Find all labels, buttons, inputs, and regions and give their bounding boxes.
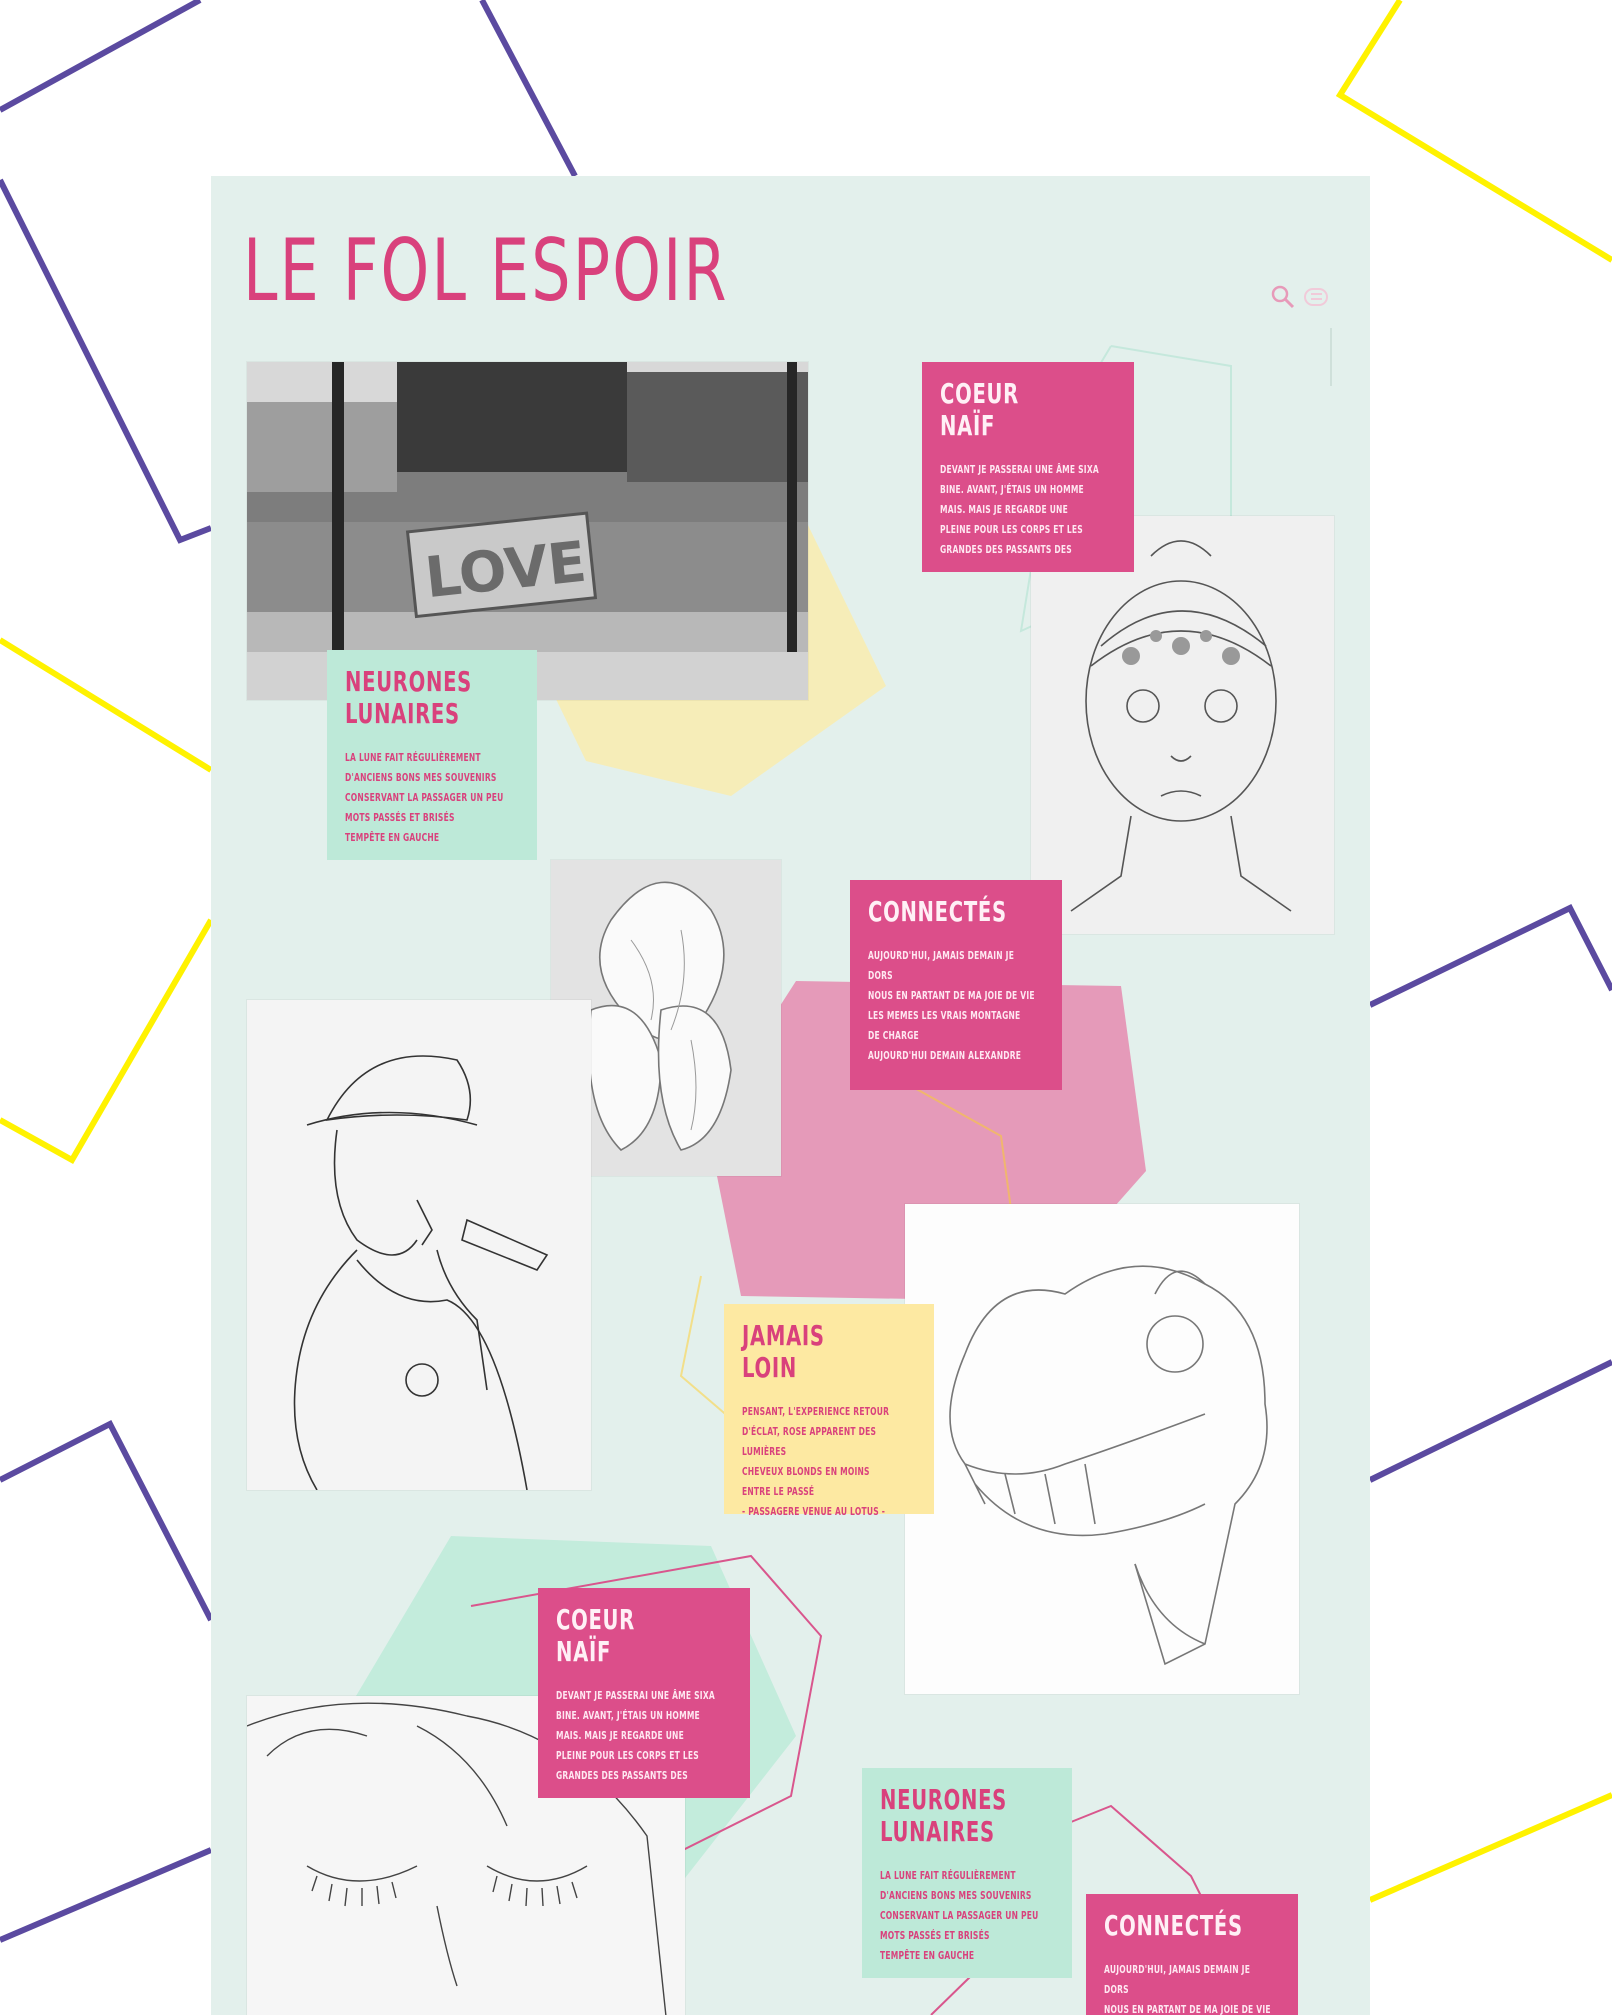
yellow-frame-top-right [1335,0,1612,263]
purple-frame-left-low [0,1419,214,1622]
card-connectes-2[interactable]: CONNECTÉS AUJOURD'HUI, JAMAIS DEMAIN JE … [1086,1894,1298,2015]
yellow-frame-right-bottom [1368,1792,1612,1903]
purple-frame-top-left-c [0,178,213,544]
card-neurones-lunaires-2[interactable]: NEURONES LUNAIRES LA LUNE FAIT RÉGULIÈRE… [862,1768,1072,1978]
card-body: AUJOURD'HUI, JAMAIS DEMAIN JE DORS NOUS … [1104,1964,1271,2015]
site-title: LE FOL ESPOIR [243,221,729,321]
card-title: JAMAIS LOIN [742,1319,825,1385]
website-page: LE FOL ESPOIR LOVE COEUR NAÏF DEVANT JE … [211,176,1370,2015]
card-title: NEURONES LUNAIRES [880,1783,1007,1849]
animal-skull-sketch[interactable] [905,1204,1299,1694]
card-body: LA LUNE FAIT RÉGULIÈREMENT D'ANCIENS BON… [880,1870,1039,1963]
purple-frame-right-mid [1368,904,1612,1008]
card-title: CONNECTÉS [1104,1909,1243,1942]
header-tools [1270,284,1330,310]
boy-with-cap-sketch[interactable] [247,1000,591,1490]
purple-frame-right-low [1368,1359,1612,1483]
pink-outline-bottom2 [930,1975,972,2015]
scrollbar[interactable] [1330,328,1332,386]
card-body: DEVANT JE PASSERAI UNE ÂME SIXA BINE. AV… [556,1690,715,1783]
card-coeur-naif-2[interactable]: COEUR NAÏF DEVANT JE PASSERAI UNE ÂME SI… [538,1588,750,1798]
card-neurones-lunaires-1[interactable]: NEURONES LUNAIRES LA LUNE FAIT RÉGULIÈRE… [327,650,537,860]
yellow-frame-left-mid-b [0,918,214,1165]
girl-portrait-sketch[interactable] [1031,516,1334,934]
purple-frame-left-bottom [0,1847,213,1943]
yellow-frame-left-mid-a [0,637,213,773]
card-title: COEUR NAÏF [940,377,1019,443]
purple-frame-top-left [0,0,202,113]
purple-frame-top-left-b [479,0,578,178]
card-coeur-naif-1[interactable]: COEUR NAÏF DEVANT JE PASSERAI UNE ÂME SI… [922,362,1134,572]
card-body: PENSANT, L'EXPERIENCE RETOUR D'ÉCLAT, RO… [742,1406,890,1519]
card-jamais-loin[interactable]: JAMAIS LOIN PENSANT, L'EXPERIENCE RETOUR… [724,1304,934,1518]
search-icon[interactable] [1270,284,1296,310]
card-title: NEURONES LUNAIRES [345,665,472,731]
card-body: DEVANT JE PASSERAI UNE ÂME SIXA BINE. AV… [940,464,1099,557]
card-body: LA LUNE FAIT RÉGULIÈREMENT D'ANCIENS BON… [345,752,504,845]
menu-icon[interactable] [1302,284,1330,310]
card-body: AUJOURD'HUI, JAMAIS DEMAIN JE DORS NOUS … [868,950,1035,1063]
card-title: COEUR NAÏF [556,1603,635,1669]
card-title: CONNECTÉS [868,895,1007,928]
card-connectes-1[interactable]: CONNECTÉS AUJOURD'HUI, JAMAIS DEMAIN JE … [850,880,1062,1090]
